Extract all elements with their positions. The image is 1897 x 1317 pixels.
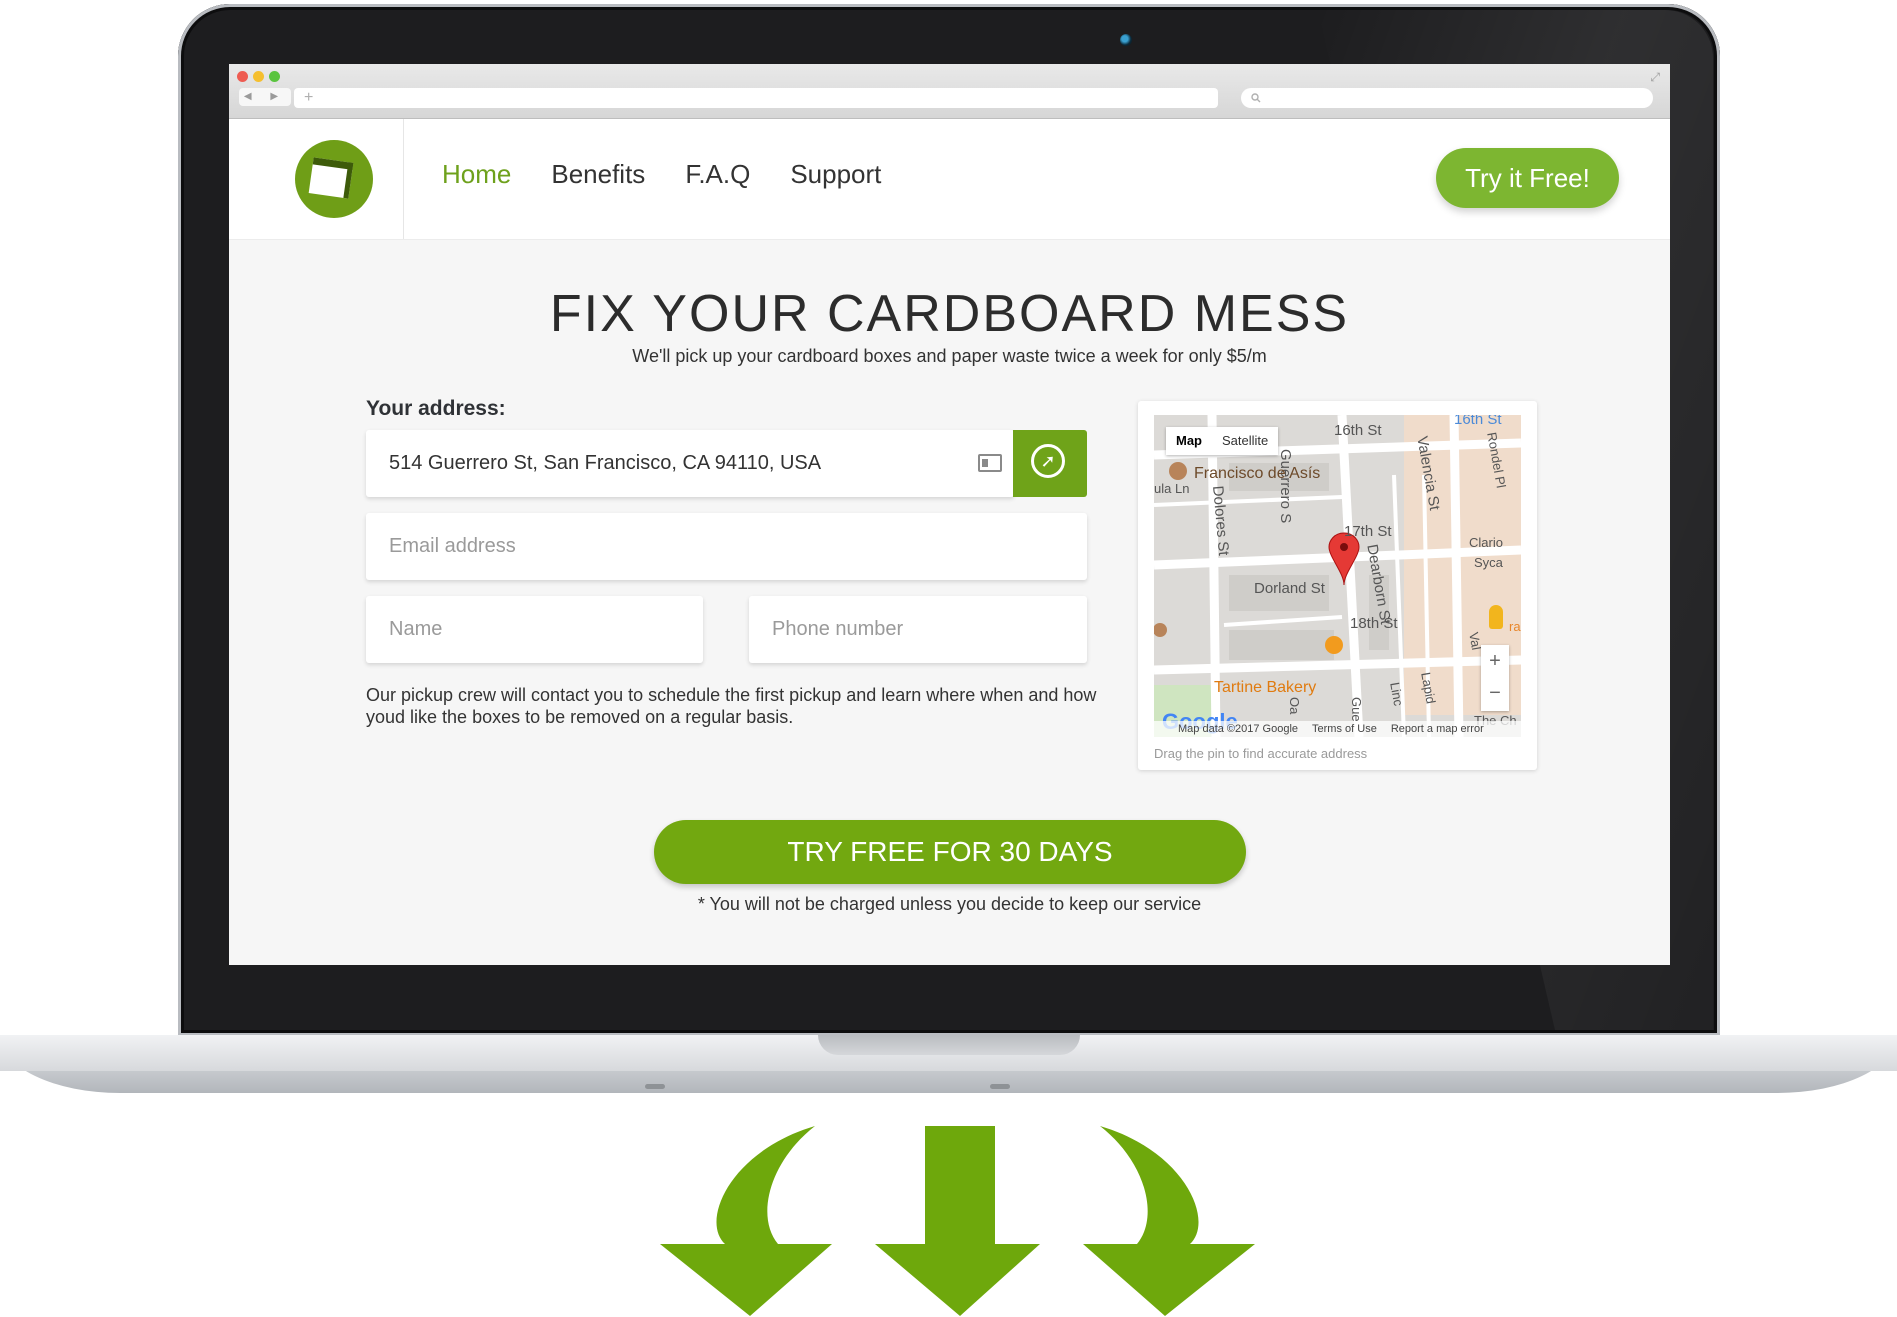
page-title: FIX YOUR CARDBOARD MESS (549, 285, 1350, 343)
pickup-note: Our pickup crew will contact you to sche… (366, 685, 1097, 727)
try-it-free-button[interactable]: Try it Free! (1436, 148, 1619, 208)
address-bar[interactable]: + (294, 88, 1218, 108)
street-17th: 17th St (1344, 523, 1392, 540)
street-16th: 16th St (1334, 422, 1382, 439)
name-placeholder: Name (389, 618, 443, 640)
charge-disclaimer: * You will not be charged unless you dec… (697, 894, 1202, 914)
map-data-credit: Map data ©2017 Google (1178, 723, 1299, 735)
address-value: 514 Guerrero St, San Francisco, CA 94110… (389, 452, 822, 474)
try-free-30-days-button[interactable]: TRY FREE FOR 30 DAYS (654, 820, 1246, 884)
street-ra: ra (1509, 619, 1521, 634)
nav-home[interactable]: Home (442, 159, 511, 190)
map-type-control: Map Satellite (1166, 427, 1279, 455)
magnifier-icon (1251, 93, 1261, 103)
box-logo-icon (308, 157, 354, 199)
map-footer: Map data ©2017 Google Terms of Use Repor… (1154, 721, 1521, 737)
address-input[interactable]: 514 Guerrero St, San Francisco, CA 94110… (366, 430, 1014, 497)
logo[interactable] (295, 140, 373, 218)
laptop-open-notch (818, 1035, 1080, 1055)
minimize-window-icon[interactable] (253, 71, 264, 82)
map-tiles (1154, 415, 1521, 737)
street-guerrero: Guerrero S (1277, 449, 1294, 524)
compass-icon: ➚ (1031, 444, 1065, 478)
curved-right-arrow-icon (1083, 1126, 1255, 1316)
phone-field[interactable]: Phone number (749, 596, 1087, 663)
map-card: 16th St 16th St 17th St 18th St Dorland … (1138, 401, 1537, 770)
back-forward-buttons[interactable]: ◀ ▶ (239, 88, 291, 106)
camera-icon (1120, 34, 1132, 46)
map-tab-satellite[interactable]: Satellite (1212, 427, 1278, 455)
maximize-window-icon[interactable] (269, 71, 280, 82)
main-nav: Home Benefits F.A.Q Support (442, 159, 881, 190)
laptop-foot (645, 1084, 665, 1089)
street-clario: Clario (1469, 535, 1503, 550)
street-16th-b: 16th St (1454, 415, 1502, 428)
down-arrows-graphic (660, 1126, 1255, 1316)
poi-francisco: Francisco de Asís (1194, 465, 1321, 482)
street-ulaln: ula Ln (1154, 481, 1190, 496)
fullscreen-icon[interactable]: ⤢ (1650, 70, 1660, 85)
email-field[interactable]: Email address (366, 513, 1087, 580)
close-window-icon[interactable] (237, 71, 248, 82)
zoom-out-button[interactable]: − (1481, 677, 1509, 709)
phone-placeholder: Phone number (772, 618, 904, 640)
zoom-in-button[interactable]: + (1481, 645, 1509, 677)
new-tab-icon[interactable]: + (304, 89, 313, 106)
map[interactable]: 16th St 16th St 17th St 18th St Dorland … (1154, 415, 1521, 737)
email-placeholder: Email address (389, 535, 516, 557)
map-tab-map[interactable]: Map (1166, 427, 1212, 455)
map-report-link[interactable]: Report a map error (1391, 721, 1484, 737)
locate-me-button[interactable]: ➚ (1013, 430, 1087, 497)
street-syca: Syca (1474, 555, 1503, 570)
map-hint: Drag the pin to find accurate address (1154, 746, 1368, 761)
straight-down-arrow-icon (875, 1126, 1040, 1316)
contact-card-icon[interactable] (978, 454, 1002, 472)
browser-chrome: ◀ ▶ + ⤢ (229, 64, 1670, 119)
street-oa: Oa (1287, 697, 1302, 715)
street-gue: Gue (1349, 697, 1364, 722)
page-subtitle: We'll pick up your cardboard boxes and p… (632, 346, 1267, 366)
curved-left-arrow-icon (660, 1126, 832, 1316)
street-dorland: Dorland St (1254, 580, 1325, 597)
name-field[interactable]: Name (366, 596, 703, 663)
pegman-icon[interactable] (1489, 605, 1503, 629)
screen: ◀ ▶ + ⤢ Home Benefits F.A.Q Support Try … (229, 64, 1670, 965)
address-label: Your address: (366, 397, 506, 420)
site-header: Home Benefits F.A.Q Support Try it Free! (229, 119, 1670, 240)
nav-benefits[interactable]: Benefits (551, 159, 645, 190)
header-divider (403, 119, 404, 239)
zoom-control: + − (1481, 645, 1509, 711)
browser-search-bar[interactable] (1241, 88, 1653, 108)
poi-tartine: Tartine Bakery (1214, 679, 1317, 696)
nav-faq[interactable]: F.A.Q (685, 159, 750, 190)
laptop-foot (990, 1084, 1010, 1089)
nav-support[interactable]: Support (790, 159, 881, 190)
map-terms-link[interactable]: Terms of Use (1312, 721, 1377, 737)
